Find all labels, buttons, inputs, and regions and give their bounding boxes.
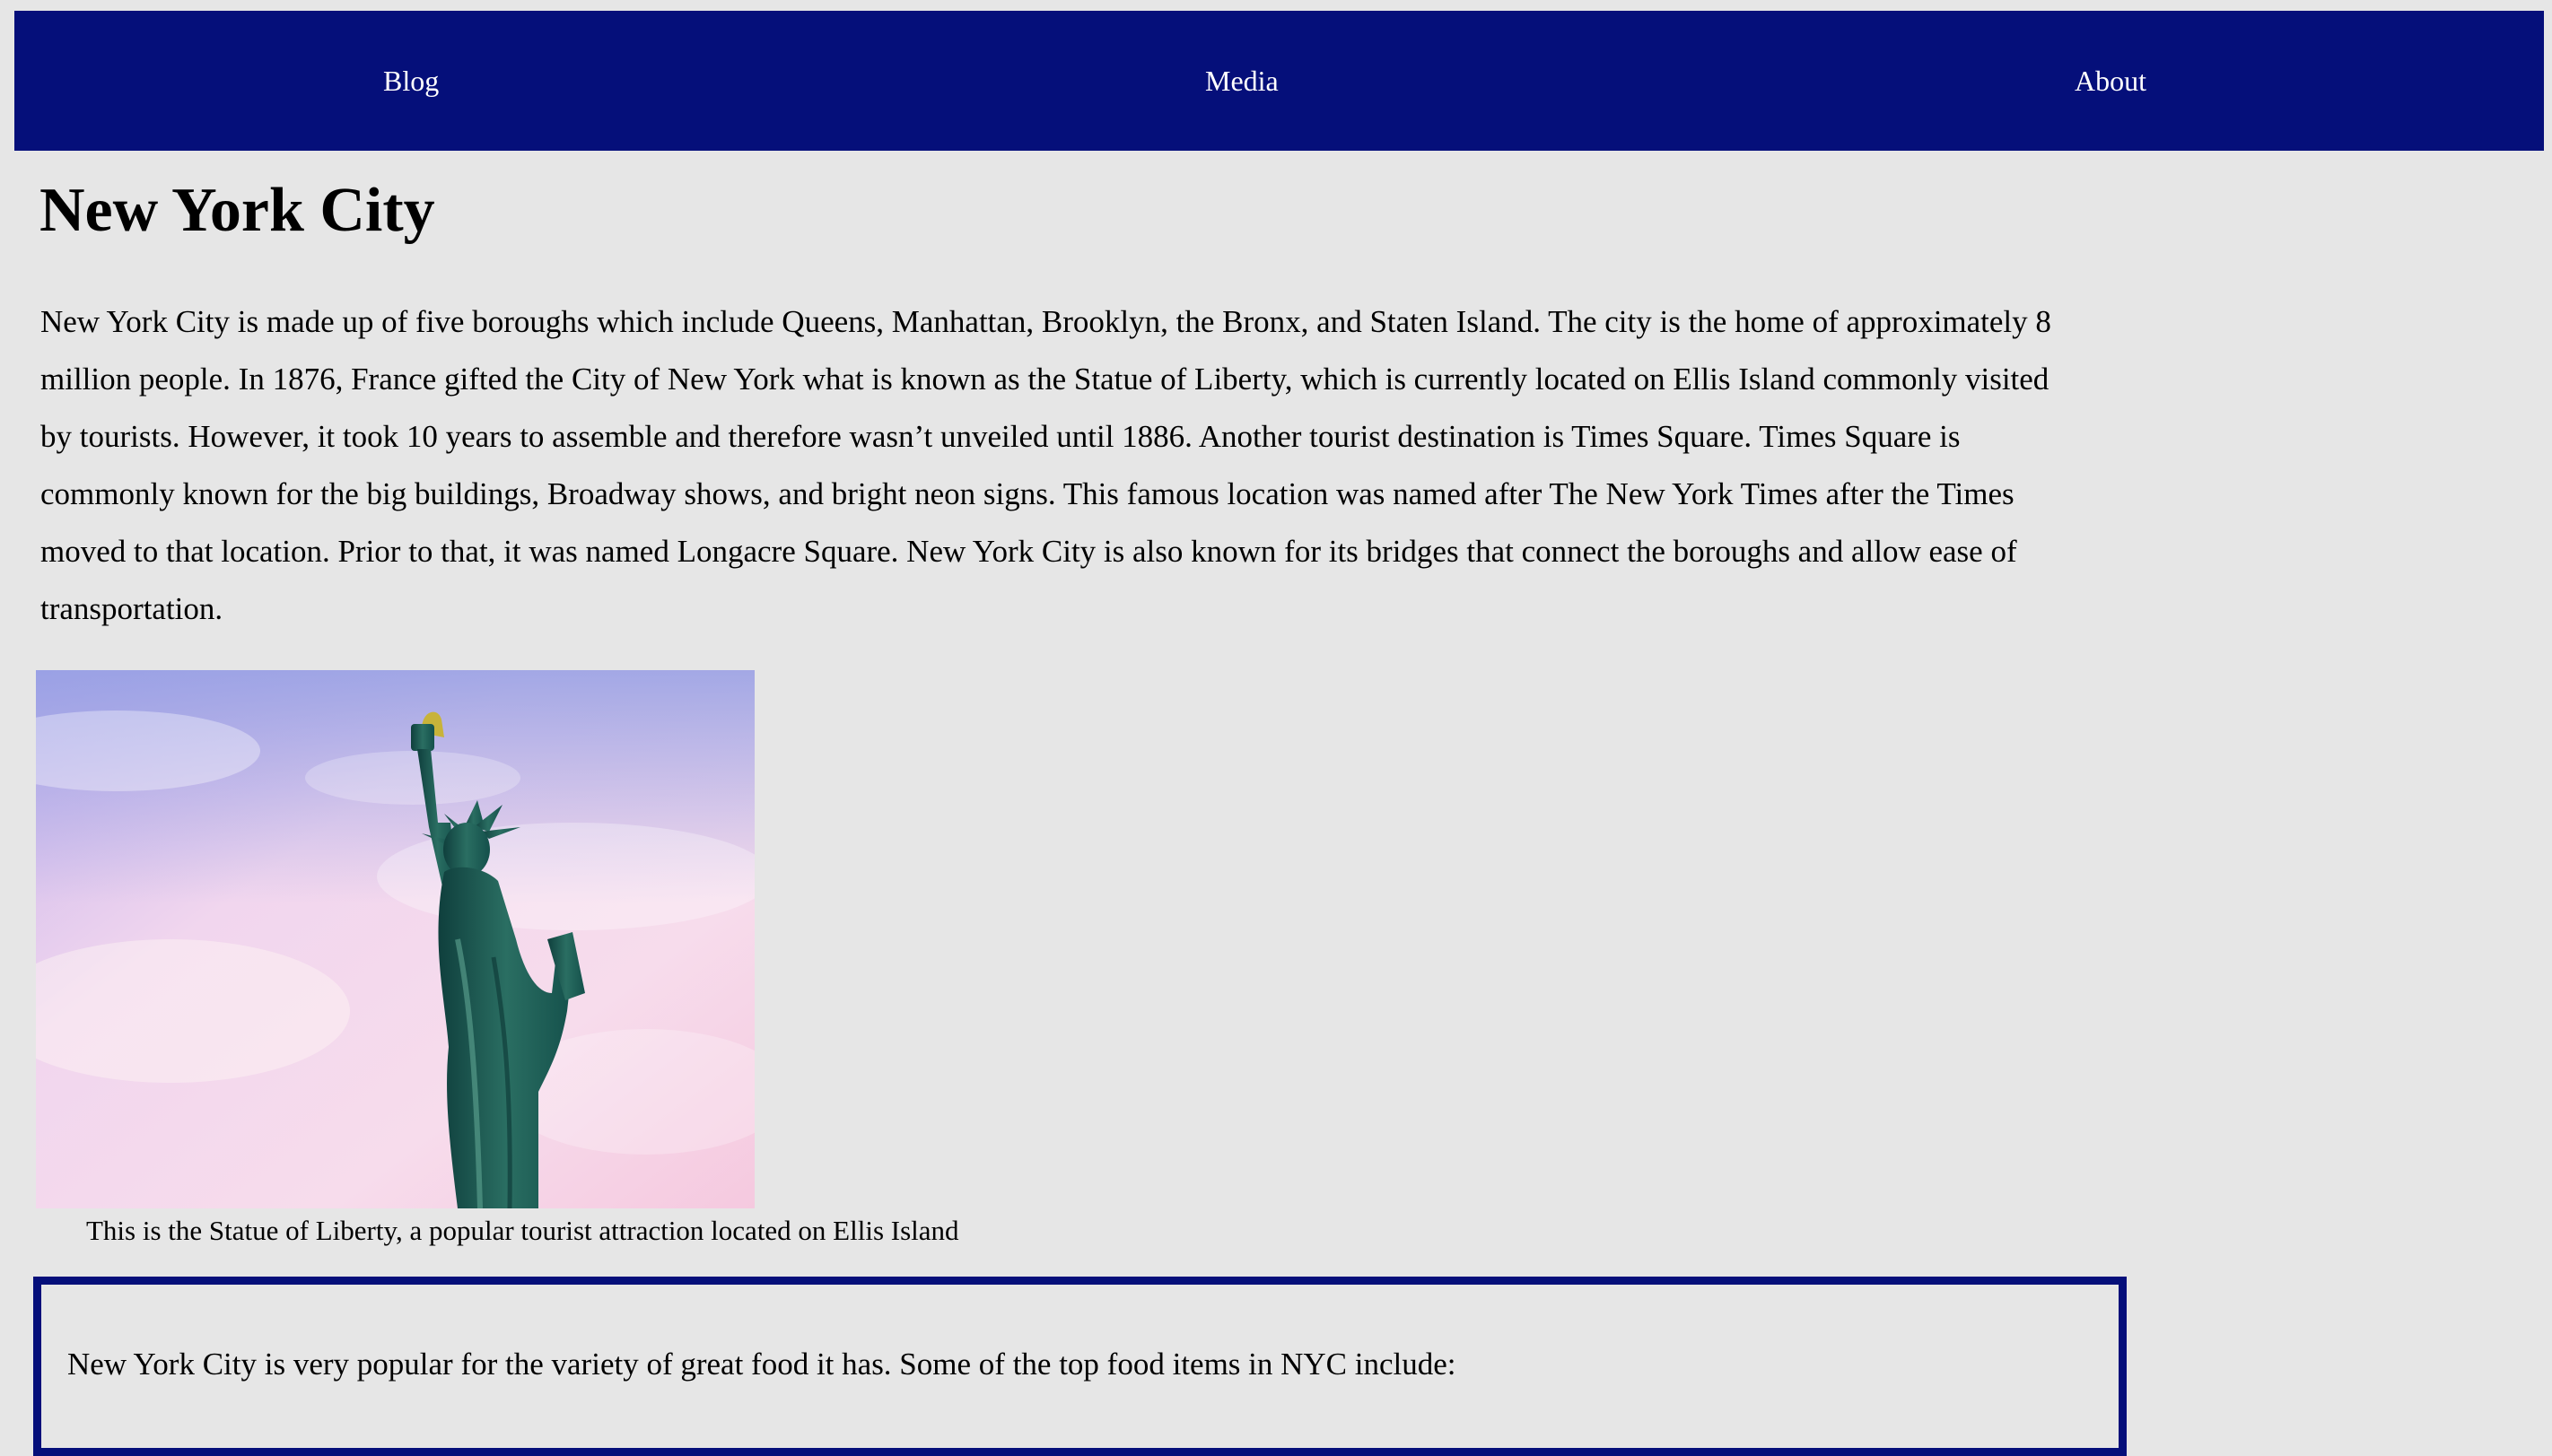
image-caption: This is the Statue of Liberty, a popular… bbox=[86, 1215, 959, 1246]
nav-link-about[interactable]: About bbox=[2075, 11, 2146, 151]
top-navbar: Blog Media About bbox=[14, 11, 2544, 151]
intro-paragraph: New York City is made up of five borough… bbox=[40, 304, 2051, 626]
page-title: New York City bbox=[39, 176, 435, 245]
food-intro-text: New York City is very popular for the va… bbox=[67, 1347, 1456, 1382]
statue-of-liberty-image bbox=[36, 670, 755, 1208]
nav-link-media[interactable]: Media bbox=[1205, 11, 1279, 151]
nav-link-blog[interactable]: Blog bbox=[383, 11, 439, 151]
